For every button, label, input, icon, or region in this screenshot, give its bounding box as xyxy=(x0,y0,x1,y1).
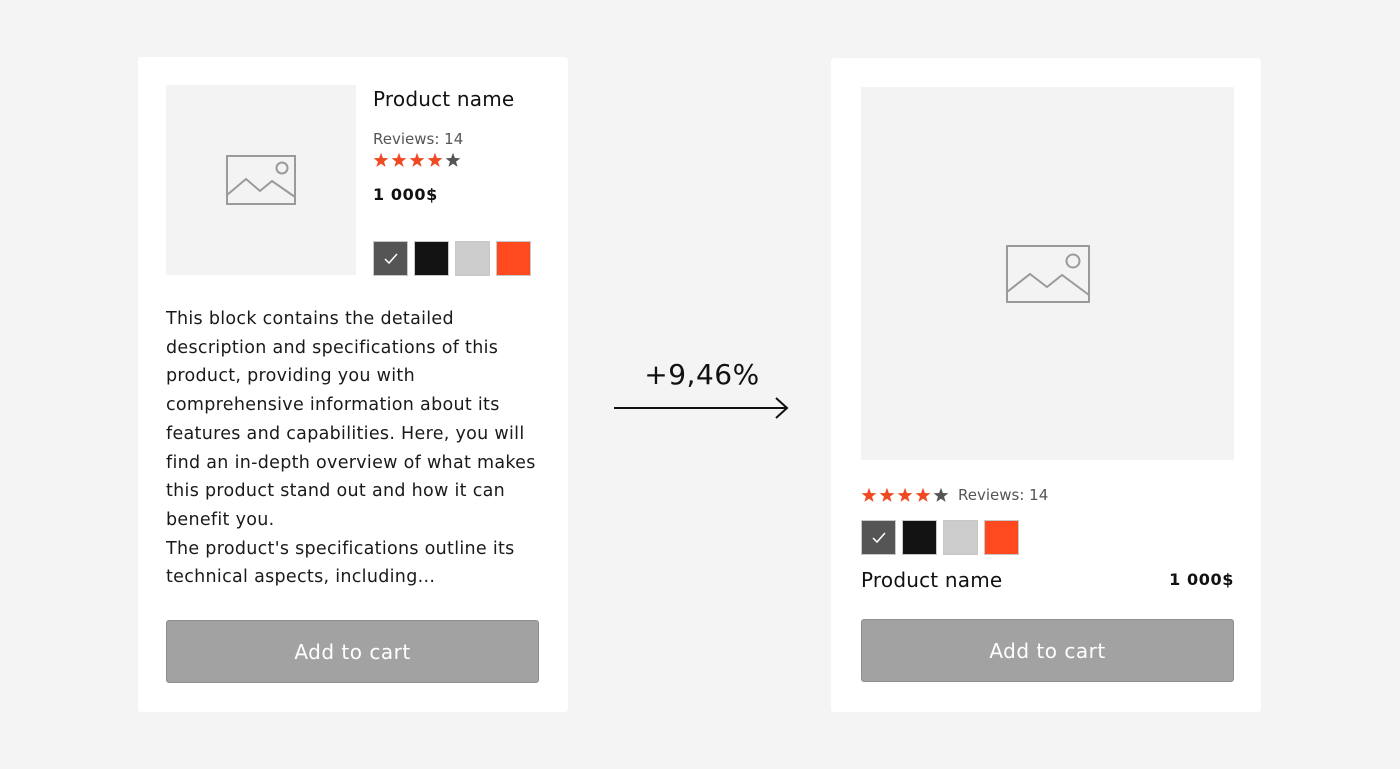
add-to-cart-button[interactable]: Add to cart xyxy=(166,620,539,683)
star-empty-icon xyxy=(933,487,949,502)
reviews-count[interactable]: Reviews: 14 xyxy=(373,130,463,148)
price: 1 000$ xyxy=(1169,570,1234,589)
check-icon xyxy=(871,532,886,543)
star-filled-icon xyxy=(373,152,389,167)
star-filled-icon xyxy=(409,152,425,167)
star-filled-icon xyxy=(391,152,407,167)
rating-stars xyxy=(861,487,949,503)
arrow-right-icon xyxy=(614,397,789,419)
color-swatch[interactable] xyxy=(861,520,896,555)
color-swatch[interactable] xyxy=(943,520,978,555)
color-swatch[interactable] xyxy=(984,520,1019,555)
check-icon xyxy=(383,253,398,264)
reviews-count[interactable]: Reviews: 14 xyxy=(958,486,1048,504)
star-filled-icon xyxy=(861,487,877,502)
rating-stars xyxy=(373,152,461,168)
add-to-cart-button[interactable]: Add to cart xyxy=(861,619,1234,682)
product-name[interactable]: Product name xyxy=(373,87,514,111)
product-card-redesign: Reviews: 14 Product name 1 000$ Add to c… xyxy=(831,58,1261,712)
image-icon xyxy=(1005,244,1090,303)
star-filled-icon xyxy=(915,487,931,502)
product-card-original: Product name Reviews: 14 1 000$ This blo… xyxy=(138,57,568,712)
price: 1 000$ xyxy=(373,185,438,204)
conversion-uplift-label: +9,46% xyxy=(644,358,760,391)
color-swatch[interactable] xyxy=(496,241,531,276)
color-swatch[interactable] xyxy=(902,520,937,555)
star-empty-icon xyxy=(445,152,461,167)
star-filled-icon xyxy=(879,487,895,502)
product-image-placeholder[interactable] xyxy=(861,87,1234,460)
product-image-placeholder[interactable] xyxy=(166,85,356,275)
product-name[interactable]: Product name xyxy=(861,568,1002,592)
color-swatches xyxy=(861,520,1019,555)
description-paragraph: This block contains the detailed descrip… xyxy=(166,309,536,530)
color-swatch[interactable] xyxy=(414,241,449,276)
image-icon xyxy=(226,155,296,205)
description-paragraph: The product's specifications outline its… xyxy=(166,538,515,588)
product-description: This block contains the detailed descrip… xyxy=(166,305,546,592)
star-filled-icon xyxy=(427,152,443,167)
color-swatch[interactable] xyxy=(455,241,490,276)
star-filled-icon xyxy=(897,487,913,502)
color-swatches xyxy=(373,241,531,276)
color-swatch[interactable] xyxy=(373,241,408,276)
